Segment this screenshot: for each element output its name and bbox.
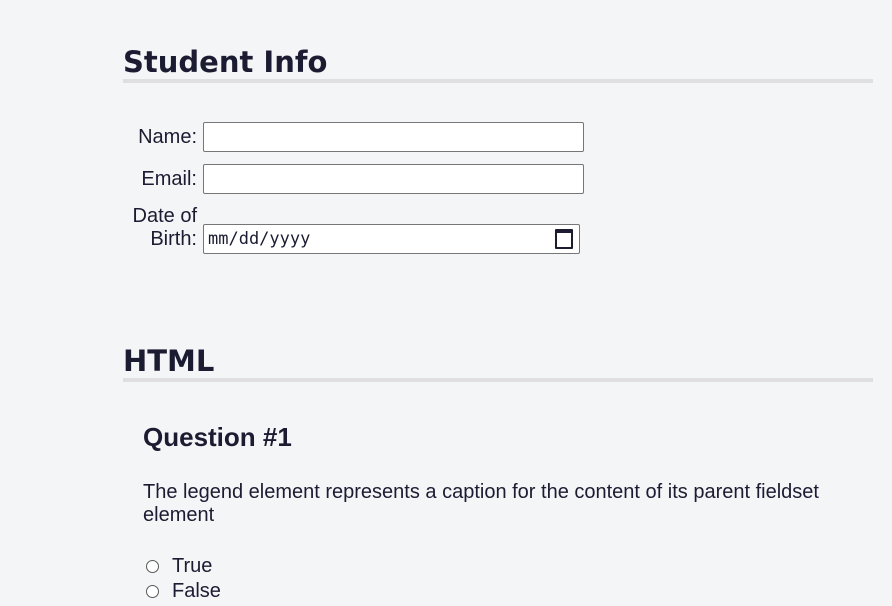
name-input[interactable] [203, 122, 584, 152]
radio-true[interactable] [146, 560, 159, 573]
email-input[interactable] [203, 164, 584, 194]
dob-label-line1: Date of [132, 205, 197, 227]
question-text: The legend element represents a caption … [143, 481, 819, 526]
question-title: Question #1 [143, 422, 292, 452]
option-true[interactable]: True [146, 555, 212, 578]
dob-label-line2: Birth: [150, 228, 197, 250]
dob-date-input[interactable]: mm/dd/yyyy [203, 224, 580, 254]
page: Student Info Name: Email: Date of Birth:… [0, 0, 892, 606]
calendar-icon[interactable] [555, 229, 573, 249]
dob-row: Date of Birth: mm/dd/yyyy [123, 205, 580, 254]
name-row: Name: [123, 122, 584, 152]
dob-placeholder: mm/dd/yyyy [208, 229, 311, 249]
html-section-heading: HTML [123, 345, 873, 382]
option-false-label: False [172, 580, 221, 602]
radio-false[interactable] [146, 585, 159, 598]
email-row: Email: [123, 164, 584, 194]
name-label: Name: [138, 125, 197, 148]
option-true-label: True [172, 555, 213, 577]
email-label: Email: [141, 167, 197, 190]
dob-label: Date of Birth: [123, 205, 203, 251]
student-info-heading: Student Info [123, 46, 873, 83]
option-false[interactable]: False [146, 580, 221, 603]
